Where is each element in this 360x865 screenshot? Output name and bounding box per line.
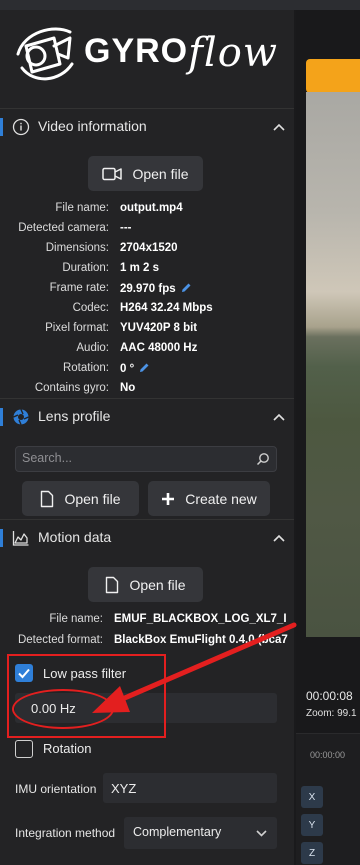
section-accent <box>0 118 3 136</box>
panel-divider[interactable] <box>294 10 296 865</box>
current-time: 00:00:08 <box>306 689 353 703</box>
imu-orientation-field[interactable]: XYZ <box>103 773 277 803</box>
lens-profile-header[interactable]: Lens profile <box>0 398 294 438</box>
info-label: Frame rate: <box>49 282 109 294</box>
section-accent <box>0 408 3 426</box>
integration-method-label: Integration method <box>15 826 116 840</box>
info-value: 2704x1520 <box>120 242 178 254</box>
motion-info-label: Detected format: <box>17 634 103 646</box>
preview-status-bar <box>306 59 360 93</box>
info-value: H264 32.24 Mbps <box>120 302 213 314</box>
chevron-up-icon[interactable] <box>272 121 286 133</box>
open-motion-button[interactable]: Open file <box>88 567 203 602</box>
app-logo: GYROflow <box>14 20 284 100</box>
motion-data-header[interactable]: Motion data <box>0 519 294 559</box>
rotation-checkbox[interactable] <box>15 740 33 758</box>
info-value: 1 m 2 s <box>120 262 159 274</box>
aperture-icon <box>13 409 29 425</box>
chevron-up-icon[interactable] <box>272 532 286 544</box>
gyroflow-logo-icon <box>16 27 74 81</box>
imu-orientation-value: XYZ <box>111 781 137 796</box>
imu-orientation-label: IMU orientation <box>15 782 97 796</box>
motion-info-label: File name: <box>49 613 103 625</box>
open-motion-label: Open file <box>129 576 186 593</box>
pencil-icon[interactable] <box>138 362 150 374</box>
section-title: Motion data <box>38 529 112 545</box>
open-video-button[interactable]: Open file <box>88 156 203 191</box>
video-info-header[interactable]: Video information <box>0 108 294 148</box>
create-lens-button[interactable]: Create new <box>148 481 270 516</box>
lens-search-box[interactable] <box>15 446 277 472</box>
search-icon[interactable] <box>256 452 270 466</box>
section-title: Lens profile <box>38 408 111 424</box>
info-label: Pixel format: <box>45 322 109 334</box>
axis-z-button[interactable]: Z <box>301 842 323 864</box>
create-lens-label: Create new <box>185 490 257 507</box>
motion-info-value: BlackBox EmuFlight 0.4.0 (bca7 <box>114 634 288 646</box>
title-strip <box>0 0 360 10</box>
axis-x-button[interactable]: X <box>301 786 323 808</box>
info-value: YUV420P 8 bit <box>120 322 198 334</box>
info-value: output.mp4 <box>120 202 183 214</box>
info-label: Rotation: <box>62 362 109 374</box>
integration-method-value: Complementary <box>133 825 222 839</box>
video-preview[interactable] <box>306 92 360 637</box>
chevron-up-icon[interactable] <box>272 411 286 423</box>
rotation-row: 0 ° <box>120 362 150 375</box>
info-icon <box>12 118 30 136</box>
rotation-label: Rotation <box>43 741 92 756</box>
info-value: --- <box>120 222 132 234</box>
zoom-level: Zoom: 99.1 <box>306 708 357 719</box>
info-label: Audio: <box>76 342 109 354</box>
chart-area-icon <box>12 531 29 546</box>
info-value: 0 ° <box>120 363 135 375</box>
info-label: Dimensions: <box>45 242 109 254</box>
info-value: AAC 48000 Hz <box>120 342 198 354</box>
info-value: No <box>120 382 136 394</box>
section-title: Video information <box>38 118 147 134</box>
app-name: GYROflow <box>84 30 279 76</box>
open-lens-button[interactable]: Open file <box>22 481 139 516</box>
file-icon <box>41 490 54 507</box>
section-accent <box>0 529 3 547</box>
video-camera-icon <box>102 167 123 180</box>
info-value: 29.970 fps <box>120 283 176 295</box>
annotation-ellipse <box>12 689 114 729</box>
plus-icon <box>162 492 175 505</box>
chevron-down-icon <box>256 830 267 837</box>
lens-search-input[interactable] <box>22 451 242 465</box>
frame-rate-row: 29.970 fps <box>120 282 192 295</box>
info-label: Detected camera: <box>18 222 109 234</box>
axis-y-button[interactable]: Y <box>301 814 323 836</box>
motion-info-value: EMUF_BLACKBOX_LOG_XL7_I <box>114 613 287 625</box>
integration-method-select[interactable]: Complementary <box>124 817 277 849</box>
info-label: File name: <box>55 202 109 214</box>
info-label: Duration: <box>62 262 109 274</box>
info-label: Contains gyro: <box>34 382 109 394</box>
pencil-icon[interactable] <box>180 282 192 294</box>
open-lens-label: Open file <box>64 490 121 507</box>
file-icon <box>106 576 119 593</box>
timeline-tick-label: 00:00:00 <box>310 750 346 760</box>
info-label: Codec: <box>72 302 109 314</box>
open-video-label: Open file <box>132 165 189 182</box>
